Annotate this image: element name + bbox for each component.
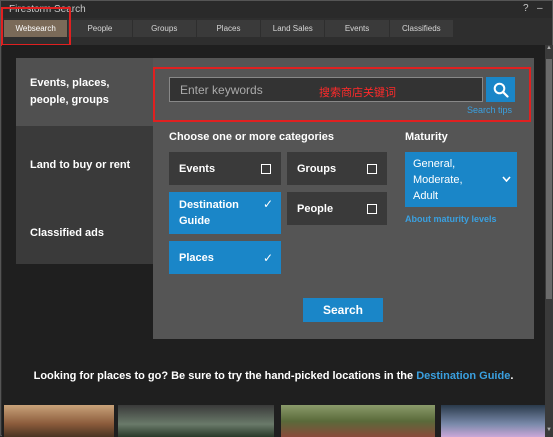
nav-label: Land to buy or rent: [30, 159, 131, 171]
category-label: Events: [179, 162, 216, 175]
maturity-select[interactable]: General, Moderate, Adult: [405, 152, 517, 207]
title-bar[interactable]: Firestorm Search ? –: [1, 1, 552, 18]
category-destination-guide[interactable]: Destination Guide ✓: [169, 192, 281, 234]
scroll-thumb[interactable]: [546, 59, 552, 299]
minimize-icon[interactable]: –: [537, 3, 543, 14]
promo-end: .: [510, 370, 514, 382]
search-tips-link[interactable]: Search tips: [467, 105, 512, 115]
maturity-option: General,: [413, 158, 456, 170]
annotation-label: 搜索商店关键词: [319, 87, 396, 99]
help-icon[interactable]: ?: [523, 3, 529, 14]
tab-land-sales[interactable]: Land Sales: [261, 20, 325, 37]
search-icon: [493, 82, 509, 98]
category-label: Groups: [297, 162, 337, 175]
category-places[interactable]: Places ✓: [169, 241, 281, 274]
about-maturity-link[interactable]: About maturity levels: [405, 214, 497, 224]
nav-label: Classified ads: [30, 227, 104, 239]
checkbox-icon: [367, 203, 377, 214]
search-submit-button[interactable]: [486, 77, 515, 102]
checkbox-icon: [367, 163, 377, 174]
category-people[interactable]: People: [287, 192, 387, 225]
destination-thumbnails: [2, 405, 545, 437]
tab-bar: Websearch People Groups Places Land Sale…: [4, 20, 454, 37]
destination-thumbnail[interactable]: [281, 405, 435, 437]
category-groups[interactable]: Groups: [287, 152, 387, 185]
tab-websearch[interactable]: Websearch: [4, 20, 68, 37]
tab-events[interactable]: Events: [325, 20, 389, 37]
scroll-up-icon[interactable]: ▲: [545, 45, 553, 55]
tab-groups[interactable]: Groups: [132, 20, 196, 37]
category-label: Destination: [179, 199, 239, 211]
maturity-heading: Maturity: [405, 131, 448, 143]
tab-places[interactable]: Places: [196, 20, 261, 37]
destination-thumbnail[interactable]: [118, 405, 274, 437]
categories-heading: Choose one or more categories: [169, 131, 335, 143]
checkmark-icon: ✓: [262, 197, 273, 211]
category-label: Places: [179, 251, 214, 264]
checkmark-icon: ✓: [262, 250, 273, 265]
nav-item-classifieds[interactable]: Classified ads: [16, 194, 153, 264]
vertical-scrollbar[interactable]: ▲ ▼: [545, 45, 553, 437]
tab-people[interactable]: People: [68, 20, 132, 37]
destination-guide-link[interactable]: Destination Guide: [416, 370, 510, 382]
nav-item-land[interactable]: Land to buy or rent: [16, 126, 153, 194]
search-window: Firestorm Search ? – Websearch People Gr…: [0, 0, 553, 437]
search-panel: 搜索商店关键词 Search tips Choose one or more c…: [153, 58, 534, 339]
destination-thumbnail[interactable]: [441, 405, 545, 437]
maturity-option: Moderate,: [413, 174, 463, 186]
promo-label: Looking for places to go? Be sure to try…: [33, 370, 417, 382]
tab-classifieds[interactable]: Classifieds: [389, 20, 453, 37]
destination-thumbnail[interactable]: [4, 405, 114, 437]
nav-label: Events, places,: [30, 77, 110, 89]
search-type-nav: Events, places, people, groups Land to b…: [16, 58, 153, 264]
nav-item-events-places[interactable]: Events, places, people, groups: [16, 58, 153, 126]
search-button[interactable]: Search: [303, 298, 383, 322]
window-title: Firestorm Search: [9, 4, 86, 15]
web-content: Events, places, people, groups Land to b…: [2, 45, 545, 437]
maturity-option: Adult: [413, 190, 439, 202]
checkbox-icon: [261, 163, 271, 174]
promo-text: Looking for places to go? Be sure to try…: [2, 370, 545, 382]
category-events[interactable]: Events: [169, 152, 281, 185]
category-label: Guide: [179, 215, 211, 227]
nav-label: people, groups: [30, 94, 109, 106]
category-label: People: [297, 202, 334, 215]
chevron-down-icon: [502, 172, 511, 188]
